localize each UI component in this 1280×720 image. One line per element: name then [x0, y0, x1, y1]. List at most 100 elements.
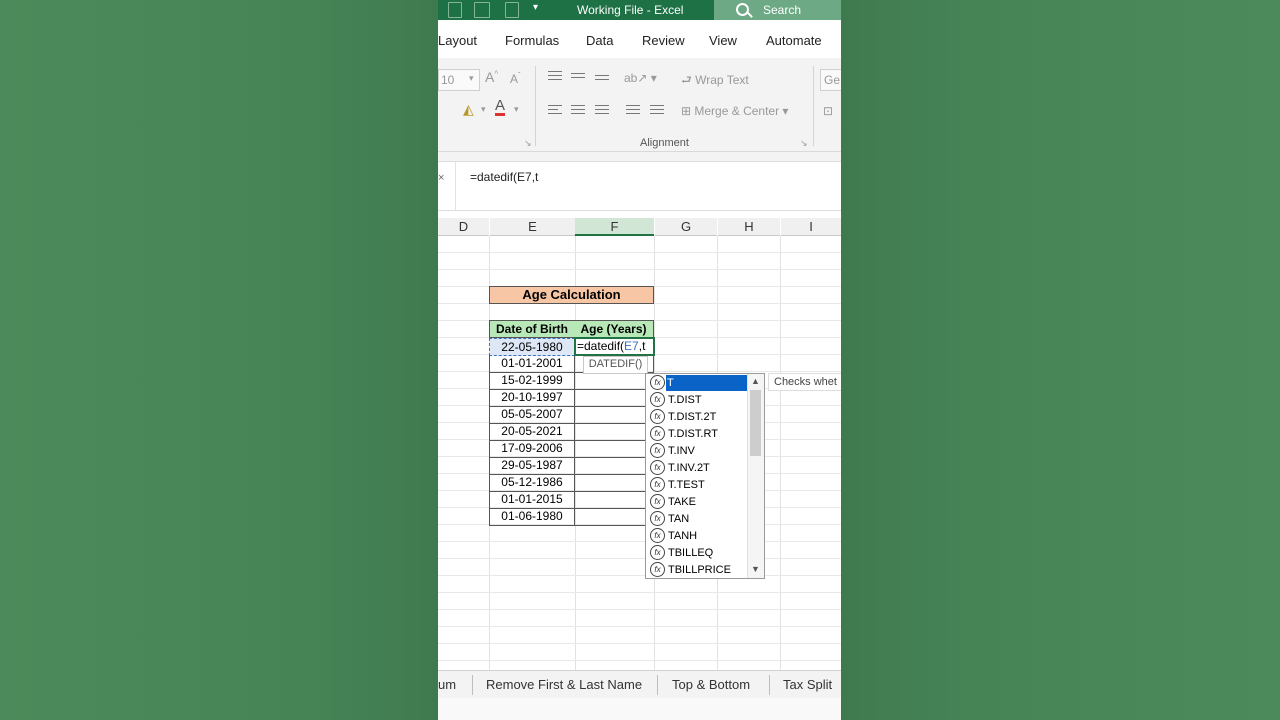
active-cell-editor[interactable]: =datedif(E7,t — [574, 337, 655, 356]
age-cell[interactable] — [575, 491, 654, 509]
increase-font-icon[interactable]: A^ — [485, 69, 498, 85]
dob-cell[interactable]: 01-06-1980 — [489, 508, 575, 526]
merge-center-icon: ⊞ — [681, 104, 695, 118]
age-cell[interactable] — [575, 508, 654, 526]
align-left-icon[interactable] — [548, 105, 562, 117]
align-top-icon[interactable] — [548, 71, 562, 83]
search-icon — [736, 3, 749, 16]
formula-bar-divider — [455, 162, 456, 210]
conditional-format-icon[interactable]: ⊡ — [823, 104, 833, 118]
header-age-years[interactable]: Age (Years) — [574, 320, 654, 338]
age-cell[interactable] — [575, 423, 654, 441]
autocomplete-item[interactable]: fx TBILLPRICE — [648, 562, 747, 578]
function-icon: fx — [650, 562, 665, 577]
scroll-down-icon[interactable]: ▼ — [751, 564, 760, 574]
increase-indent-icon[interactable] — [650, 105, 664, 117]
tab-review[interactable]: Review — [642, 33, 685, 48]
fill-color-icon[interactable]: ◭ — [463, 101, 474, 118]
wrap-text-button[interactable]: ⮐ Wrap Text — [681, 71, 749, 92]
formula-input[interactable]: =datedif(E7,t — [470, 170, 538, 184]
column-header-i[interactable]: I — [781, 218, 841, 236]
dob-cell[interactable]: 01-01-2015 — [489, 491, 575, 509]
dob-cell[interactable]: 05-05-2007 — [489, 406, 575, 424]
tab-data[interactable]: Data — [586, 33, 613, 48]
dob-cell[interactable]: 20-10-1997 — [489, 389, 575, 407]
tab-layout[interactable]: Layout — [438, 33, 477, 48]
dob-cell[interactable]: 22-05-1980 — [489, 338, 575, 356]
editor-prefix: =datedif( — [577, 339, 625, 353]
autocomplete-item[interactable]: fx T.DIST.RT — [648, 426, 747, 442]
autocomplete-item[interactable]: fx T.DIST.2T — [648, 409, 747, 425]
column-header-f[interactable]: F — [575, 218, 654, 236]
function-autocomplete-list[interactable]: fx T fx T.DIST fx T.DIST.2T fx T.DIST.RT fx… — [645, 373, 765, 579]
scrollbar-thumb[interactable] — [750, 390, 761, 456]
autocomplete-item[interactable]: fx TAKE — [648, 494, 747, 510]
sheet-tab[interactable]: Top & Bottom — [672, 677, 750, 692]
align-center-icon[interactable] — [571, 105, 585, 117]
autocomplete-item[interactable]: fx T.INV.2T — [648, 460, 747, 476]
customize-toolbar-icon[interactable]: ▾ — [533, 2, 538, 13]
number-format-dropdown[interactable]: Ge — [820, 69, 841, 91]
column-header-d[interactable]: D — [438, 218, 489, 236]
age-cell[interactable] — [575, 406, 654, 424]
dob-cell[interactable]: 01-01-2001 — [489, 355, 575, 373]
fill-color-chevron-icon[interactable]: ▾ — [481, 104, 486, 115]
sheet-tab[interactable]: Remove First & Last Name — [486, 677, 642, 692]
age-cell[interactable] — [575, 474, 654, 492]
autocomplete-item-icon-cell: fx — [648, 375, 666, 391]
dob-cell[interactable]: 15-02-1999 — [489, 372, 575, 390]
align-bottom-icon[interactable] — [595, 75, 609, 87]
alignment-group-label: Alignment — [640, 137, 689, 149]
autocomplete-item[interactable]: fx T.INV — [648, 443, 747, 459]
font-dialog-launcher-icon[interactable]: ↘ — [524, 138, 532, 149]
sheet-tab[interactable]: um — [438, 677, 456, 692]
formula-bar[interactable]: × =datedif(E7,t — [438, 161, 841, 211]
autocomplete-item[interactable]: fx TAN — [648, 511, 747, 527]
align-middle-icon[interactable] — [571, 73, 585, 85]
align-right-icon[interactable] — [595, 105, 609, 117]
scroll-up-icon[interactable]: ▲ — [751, 376, 760, 386]
age-cell[interactable] — [575, 372, 654, 390]
column-header-e[interactable]: E — [490, 218, 575, 236]
function-icon: fx — [650, 494, 665, 509]
age-cell[interactable] — [575, 440, 654, 458]
decrease-font-icon[interactable]: Aˇ — [510, 71, 521, 86]
alignment-dialog-launcher-icon[interactable]: ↘ — [800, 138, 808, 149]
autocomplete-item[interactable]: fx T.TEST — [648, 477, 747, 493]
function-syntax-tooltip[interactable]: DATEDIF() — [583, 356, 648, 374]
ribbon-divider — [813, 66, 814, 146]
cancel-icon[interactable]: × — [438, 172, 444, 184]
column-header-h[interactable]: H — [718, 218, 780, 236]
font-color-icon[interactable]: A — [495, 98, 506, 116]
autocomplete-scrollbar[interactable]: ▲ ▼ — [747, 374, 764, 578]
dob-cell[interactable]: 17-09-2006 — [489, 440, 575, 458]
font-size-dropdown[interactable]: 10 ▾ — [438, 69, 480, 91]
age-calculation-title[interactable]: Age Calculation — [489, 286, 654, 304]
search-box[interactable]: Search — [714, 0, 841, 20]
editor-suffix: ,t — [638, 339, 646, 353]
autocomplete-item[interactable]: fx TANH — [648, 528, 747, 544]
tab-formulas[interactable]: Formulas — [505, 33, 559, 48]
autocomplete-item[interactable]: fx T.DIST — [648, 392, 747, 408]
decrease-indent-icon[interactable] — [626, 105, 640, 117]
age-cell[interactable] — [575, 457, 654, 475]
sheet-tab[interactable]: Tax Split — [783, 677, 832, 692]
dob-cell[interactable]: 29-05-1987 — [489, 457, 575, 475]
new-file-icon[interactable] — [448, 2, 462, 18]
tab-view[interactable]: View — [709, 33, 737, 48]
autocomplete-item-selected[interactable]: T — [666, 375, 747, 391]
dob-cell[interactable]: 05-12-1986 — [489, 474, 575, 492]
font-color-chevron-icon[interactable]: ▾ — [514, 104, 519, 115]
autocomplete-item[interactable]: fx TBILLEQ — [648, 545, 747, 561]
ribbon-divider — [535, 66, 536, 146]
merge-center-button[interactable]: ⊞ Merge & Center ▾ — [681, 104, 788, 118]
function-icon: fx — [650, 460, 665, 475]
tab-automate[interactable]: Automate — [766, 33, 822, 48]
save-icon[interactable] — [474, 2, 490, 18]
dob-cell[interactable]: 20-05-2021 — [489, 423, 575, 441]
orientation-icon[interactable]: ab↗ ▾ — [624, 71, 657, 85]
age-cell[interactable] — [575, 389, 654, 407]
column-header-g[interactable]: G — [655, 218, 717, 236]
header-date-of-birth[interactable]: Date of Birth — [489, 320, 575, 338]
document-icon[interactable] — [505, 2, 519, 18]
